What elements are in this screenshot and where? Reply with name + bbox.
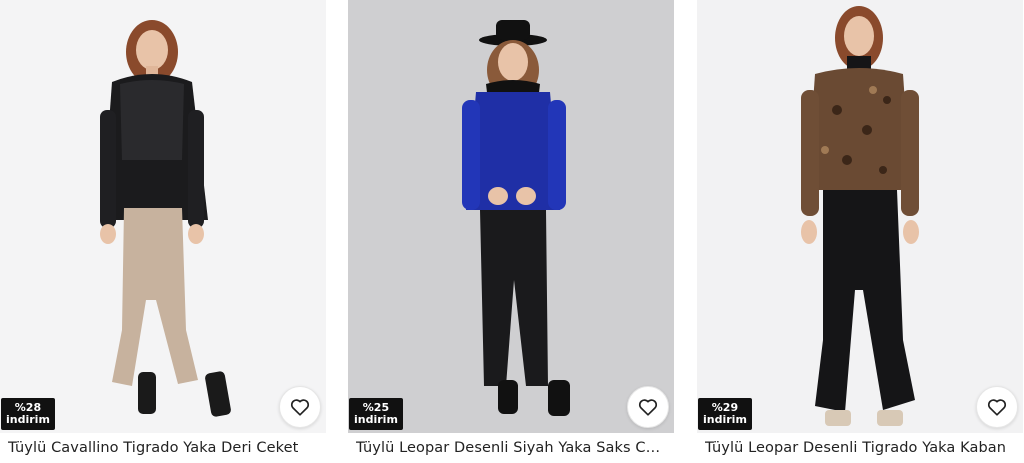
heart-icon [987,399,1007,416]
discount-label: indirim [6,413,50,426]
heart-icon [290,399,310,416]
discount-label: indirim [354,413,398,426]
favorite-button[interactable] [627,386,669,428]
discount-badge: %29 indirim [698,398,752,430]
product-title[interactable]: Tüylü Leopar Desenli Siyah Yaka Saks Cek… [356,440,668,456]
product-image[interactable]: %28 indirim [0,0,326,433]
product-title[interactable]: Tüylü Leopar Desenli Tigrado Yaka Kaban [705,440,1017,456]
discount-label: indirim [703,413,747,426]
heart-icon [638,399,658,416]
product-grid: %28 indirim Tüylü Cavallino Tigrado Yaka… [0,0,1024,463]
product-card[interactable]: %29 indirim Tüylü Leopar Desenli Tigrado… [697,0,1023,463]
discount-badge: %28 indirim [1,398,55,430]
product-card[interactable]: %28 indirim Tüylü Cavallino Tigrado Yaka… [0,0,326,463]
discount-badge: %25 indirim [349,398,403,430]
favorite-button[interactable] [976,386,1018,428]
favorite-button[interactable] [279,386,321,428]
product-card[interactable]: %25 indirim Tüylü Leopar Desenli Siyah Y… [348,0,674,463]
product-title[interactable]: Tüylü Cavallino Tigrado Yaka Deri Ceket [8,440,320,456]
product-image[interactable]: %29 indirim [697,0,1023,433]
product-image[interactable]: %25 indirim [348,0,674,433]
